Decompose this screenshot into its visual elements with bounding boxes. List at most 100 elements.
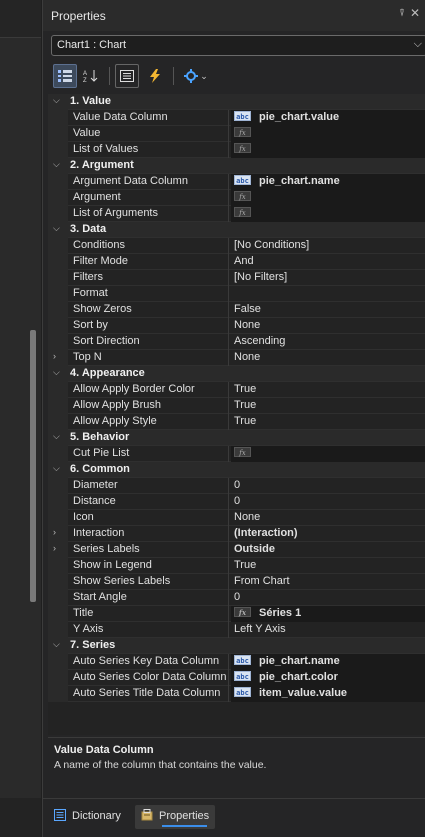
expand-chevron-icon[interactable]: › [53,351,56,361]
collapse-chevron-icon[interactable]: ⌵ [53,431,60,442]
expression-icon[interactable]: fx [234,447,251,458]
property-value[interactable]: True [231,398,425,414]
category-header[interactable]: ⌵ 2. Argument [48,158,425,174]
property-value[interactable]: abc pie_chart.value [231,110,425,126]
property-value[interactable]: fx [231,190,425,206]
category-header[interactable]: ⌵ 5. Behavior [48,430,425,446]
property-value[interactable]: abc pie_chart.name [231,174,425,190]
category-header[interactable]: ⌵ 3. Data [48,222,425,238]
property-value[interactable]: [No Filters] [231,270,425,286]
property-value[interactable]: Ascending [231,334,425,350]
object-selector-dropdown[interactable]: Chart1 : Chart ⌵ [51,35,425,56]
property-row[interactable]: Filters [No Filters] [48,270,425,286]
pin-icon[interactable]: ⍒ [399,8,405,19]
property-row[interactable]: Argument Data Column abc pie_chart.name [48,174,425,190]
property-row[interactable]: List of Values fx [48,142,425,158]
property-row[interactable]: Start Angle 0 [48,590,425,606]
property-value[interactable]: [No Conditions] [231,238,425,254]
property-value[interactable]: Outside [231,542,425,558]
property-row[interactable]: Sort Direction Ascending [48,334,425,350]
property-row[interactable]: › Top N None [48,350,425,366]
property-value[interactable]: False [231,302,425,318]
expression-icon[interactable]: fx [234,207,251,218]
property-value[interactable]: True [231,382,425,398]
property-row[interactable]: Allow Apply Style True [48,414,425,430]
property-value[interactable]: fx [231,142,425,158]
editor-scrollbar-thumb[interactable] [30,330,36,602]
data-column-icon[interactable]: abc [234,111,251,122]
category-header[interactable]: ⌵ 1. Value [48,94,425,110]
property-row[interactable]: Diameter 0 [48,478,425,494]
property-row[interactable]: Cut Pie List fx [48,446,425,462]
property-row[interactable]: Icon None [48,510,425,526]
property-value[interactable]: fx [231,206,425,222]
expression-icon[interactable]: fx [234,191,251,202]
property-row[interactable]: Sort by None [48,318,425,334]
data-column-icon[interactable]: abc [234,655,251,666]
categorized-view-button[interactable] [53,64,77,88]
property-row[interactable]: Conditions [No Conditions] [48,238,425,254]
tab-properties[interactable]: Properties [135,805,216,829]
property-value[interactable]: Left Y Axis [231,622,425,638]
data-column-icon[interactable]: abc [234,687,251,698]
property-value[interactable]: True [231,414,425,430]
property-row[interactable]: › Series Labels Outside [48,542,425,558]
property-value[interactable]: (Interaction) [231,526,425,542]
property-row[interactable]: Show in Legend True [48,558,425,574]
property-row[interactable]: Show Series Labels From Chart [48,574,425,590]
expression-icon[interactable]: fx [234,607,251,618]
close-icon[interactable]: ✕ [410,6,420,20]
property-row[interactable]: Y Axis Left Y Axis [48,622,425,638]
property-value[interactable]: 0 [231,590,425,606]
property-row[interactable]: Title fx Séries 1 [48,606,425,622]
expand-chevron-icon[interactable]: › [53,527,56,537]
category-header[interactable]: ⌵ 7. Series [48,638,425,654]
settings-dropdown-button[interactable]: ⌄ [179,64,213,88]
collapse-chevron-icon[interactable]: ⌵ [53,367,60,378]
property-row[interactable]: Distance 0 [48,494,425,510]
property-value[interactable]: From Chart [231,574,425,590]
property-value[interactable]: None [231,318,425,334]
collapse-chevron-icon[interactable]: ⌵ [53,639,60,650]
property-row[interactable]: › Interaction (Interaction) [48,526,425,542]
alphabetical-sort-button[interactable]: A Z [79,64,103,88]
property-row[interactable]: Format [48,286,425,302]
expression-icon[interactable]: fx [234,143,251,154]
property-row[interactable]: Auto Series Title Data Column abc item_val… [48,686,425,702]
property-value[interactable]: abc pie_chart.name [231,654,425,670]
collapse-chevron-icon[interactable]: ⌵ [53,463,60,474]
property-value[interactable]: fx Séries 1 [231,606,425,622]
property-row[interactable]: Auto Series Color Data Column abc pie_char… [48,670,425,686]
category-header[interactable]: ⌵ 4. Appearance [48,366,425,382]
property-row[interactable]: Allow Apply Brush True [48,398,425,414]
collapse-chevron-icon[interactable]: ⌵ [53,95,60,106]
property-row[interactable]: Show Zeros False [48,302,425,318]
property-row[interactable]: List of Arguments fx [48,206,425,222]
events-view-button[interactable] [143,64,167,88]
property-value[interactable]: None [231,350,425,366]
collapse-chevron-icon[interactable]: ⌵ [53,223,60,234]
property-value[interactable]: None [231,510,425,526]
expand-chevron-icon[interactable]: › [53,543,56,553]
property-value[interactable]: True [231,558,425,574]
property-value[interactable]: fx [231,126,425,142]
property-value[interactable]: 0 [231,478,425,494]
tab-dictionary[interactable]: Dictionary [48,805,127,829]
property-value[interactable]: abc pie_chart.color [231,670,425,686]
property-value[interactable]: fx [231,446,425,462]
category-header[interactable]: ⌵ 6. Common [48,462,425,478]
property-value[interactable]: And [231,254,425,270]
collapse-chevron-icon[interactable]: ⌵ [53,159,60,170]
property-row[interactable]: Value Data Column abc pie_chart.value [48,110,425,126]
data-column-icon[interactable]: abc [234,671,251,682]
property-row[interactable]: Allow Apply Border Color True [48,382,425,398]
data-column-icon[interactable]: abc [234,175,251,186]
properties-view-button[interactable] [115,64,139,88]
property-row[interactable]: Value fx [48,126,425,142]
expression-icon[interactable]: fx [234,127,251,138]
property-row[interactable]: Auto Series Key Data Column abc pie_chart.… [48,654,425,670]
property-row[interactable]: Argument fx [48,190,425,206]
property-row[interactable]: Filter Mode And [48,254,425,270]
property-value[interactable]: 0 [231,494,425,510]
property-value[interactable]: abc item_value.value [231,686,425,702]
